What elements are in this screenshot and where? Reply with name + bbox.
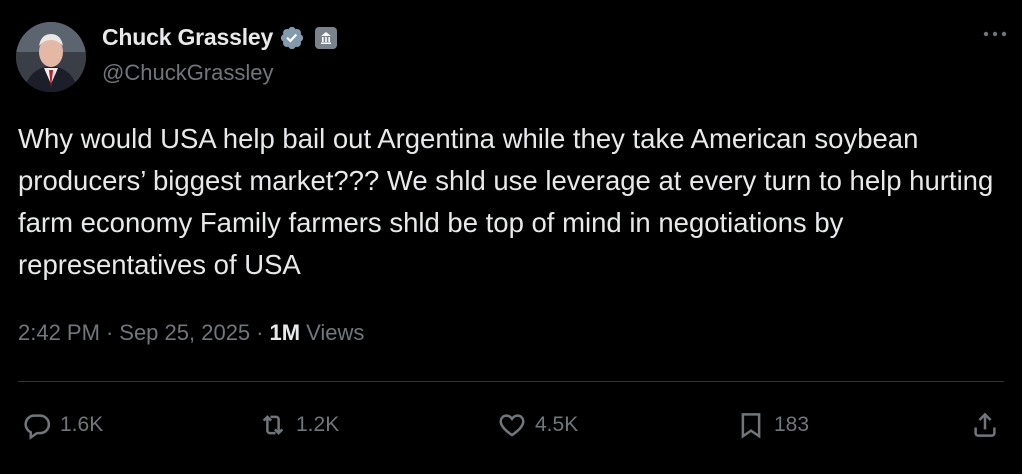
views-label: Views: [306, 320, 365, 345]
bookmark-icon: [741, 413, 761, 439]
like-count: 4.5K: [535, 413, 579, 436]
retweet-icon: [262, 415, 284, 435]
government-building-icon: [315, 26, 338, 49]
heart-icon: [499, 414, 525, 437]
tweet-text: Why would USA help bail out Argentina wh…: [18, 123, 1001, 280]
share-button[interactable]: [970, 400, 1000, 450]
avatar[interactable]: [16, 22, 86, 92]
share-icon: [974, 412, 996, 437]
tweet: Chuck Grassley @ChuckGrassley Why would: [0, 0, 1022, 474]
like-button[interactable]: 4.5K: [497, 400, 578, 450]
author-handle[interactable]: @ChuckGrassley: [102, 60, 274, 86]
tweet-date[interactable]: Sep 25, 2025: [119, 320, 250, 346]
retweet-button[interactable]: 1.2K: [258, 400, 339, 450]
reply-button[interactable]: 1.6K: [22, 400, 103, 450]
avatar-image: [16, 22, 86, 92]
bookmark-button[interactable]: 183: [736, 400, 809, 450]
meta-separator: ·: [256, 320, 264, 345]
views-count: 1M: [269, 320, 301, 345]
meta-separator: ·: [105, 320, 114, 345]
tweet-meta: 2:42 PM · Sep 25, 2025 · 1M Views: [18, 320, 364, 346]
action-bar: 1.6K 1.2K 4.5K 183: [0, 400, 1022, 450]
tweet-time[interactable]: 2:42 PM: [18, 320, 100, 346]
verified-badge-icon: [279, 25, 305, 51]
reply-count: 1.6K: [60, 413, 104, 436]
divider: [18, 381, 1004, 382]
retweet-count: 1.2K: [296, 413, 340, 436]
more-dots-icon: [983, 31, 1007, 37]
more-options-button[interactable]: [980, 24, 1010, 44]
reply-icon: [24, 414, 51, 440]
author-display-name[interactable]: Chuck Grassley: [102, 24, 273, 51]
author-name-row: Chuck Grassley: [102, 24, 338, 51]
bookmark-count: 183: [774, 413, 810, 436]
